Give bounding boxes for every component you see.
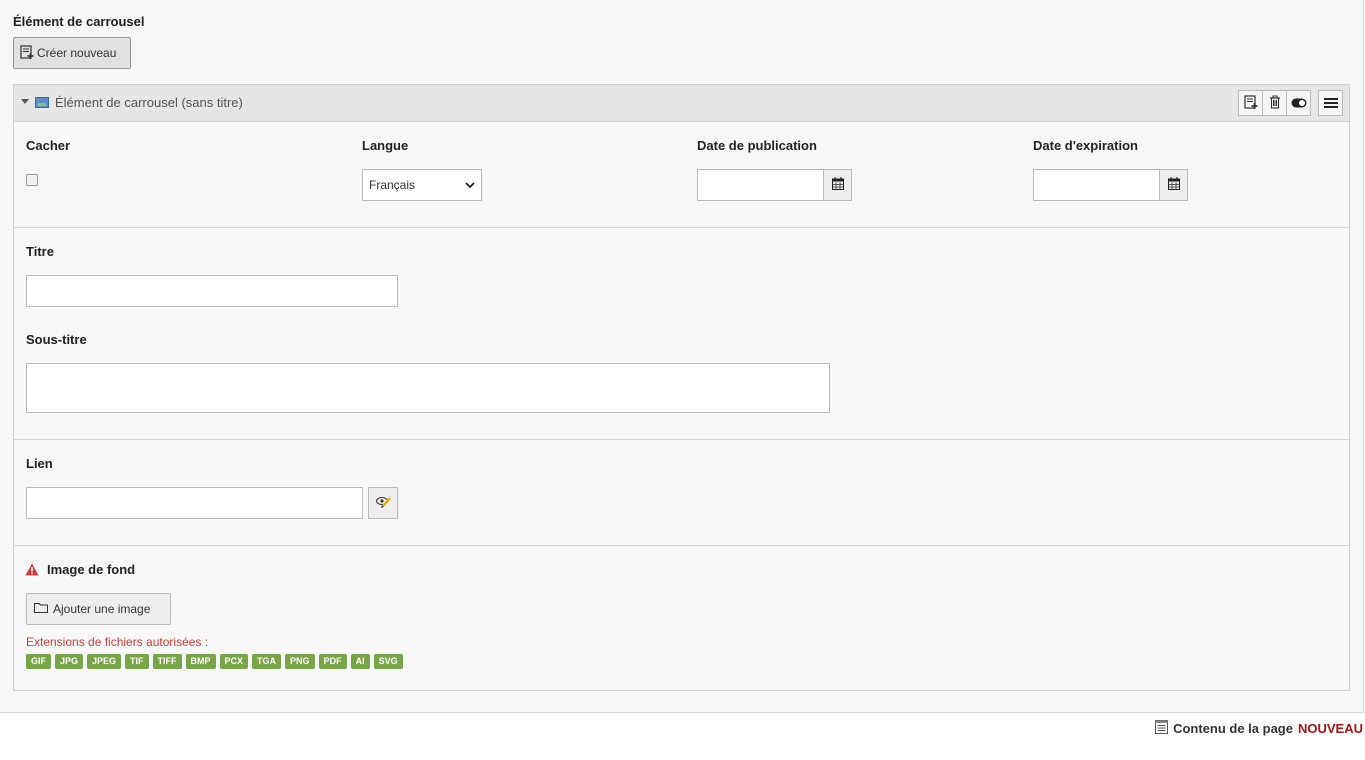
add-image-button[interactable]: Ajouter une image bbox=[26, 593, 171, 625]
section-title: Élément de carrousel bbox=[13, 14, 145, 29]
extension-tag: PNG bbox=[285, 654, 315, 669]
title-input[interactable] bbox=[26, 275, 398, 307]
new-record-icon bbox=[20, 44, 34, 62]
toggle-icon bbox=[1291, 96, 1307, 111]
new-record-button[interactable] bbox=[1238, 90, 1263, 116]
trash-icon bbox=[1269, 95, 1281, 112]
link-row: Lien bbox=[14, 440, 1349, 546]
panel-action-group bbox=[1238, 90, 1311, 116]
publish-date-calendar-button[interactable] bbox=[823, 169, 852, 201]
extension-tags: GIF JPG JPEG TIF TIFF BMP PCX TGA PNG PD… bbox=[26, 654, 403, 669]
carousel-item-panel: Élément de carrousel (sans titre) Cacher… bbox=[13, 84, 1350, 691]
subtitle-textarea[interactable] bbox=[26, 363, 830, 413]
menu-icon bbox=[1323, 96, 1338, 111]
subtitle-label: Sous-titre bbox=[26, 332, 87, 347]
folder-icon bbox=[33, 602, 49, 616]
panel-title: Élément de carrousel (sans titre) bbox=[55, 95, 243, 110]
collapse-caret-icon[interactable] bbox=[21, 99, 29, 104]
language-select[interactable]: Français bbox=[362, 169, 482, 201]
link-label: Lien bbox=[26, 456, 53, 471]
calendar-icon bbox=[1167, 177, 1180, 193]
language-value: Français bbox=[369, 178, 416, 192]
new-record-icon bbox=[1243, 94, 1258, 112]
extension-tag: AI bbox=[350, 654, 370, 669]
general-row: Cacher Langue Français Date de publicati… bbox=[14, 122, 1349, 228]
extension-tag: PDF bbox=[318, 654, 347, 669]
extension-tag: GIF bbox=[26, 654, 51, 669]
extension-tag: JPG bbox=[55, 654, 84, 669]
create-new-button[interactable]: Créer nouveau bbox=[13, 37, 131, 69]
add-image-label: Ajouter une image bbox=[53, 602, 151, 616]
form-container: Élément de carrousel Créer nouveau Éléme… bbox=[0, 0, 1364, 713]
calendar-icon bbox=[831, 177, 844, 193]
page-content-footer[interactable]: Contenu de la page NOUVEAU bbox=[1155, 720, 1363, 737]
publish-date-input[interactable] bbox=[697, 169, 824, 201]
footer-text: Contenu de la page bbox=[1173, 721, 1293, 736]
extension-tag: JPEG bbox=[87, 654, 122, 669]
panel-header[interactable]: Élément de carrousel (sans titre) bbox=[14, 85, 1349, 122]
warning-icon bbox=[25, 563, 39, 579]
extension-tag: TIF bbox=[125, 654, 149, 669]
extension-tag: PCX bbox=[219, 654, 249, 669]
expire-date-calendar-button[interactable] bbox=[1159, 169, 1188, 201]
extension-tag: TIFF bbox=[152, 654, 182, 669]
expire-date-label: Date d'expiration bbox=[1033, 138, 1138, 153]
delete-button[interactable] bbox=[1262, 90, 1287, 116]
document-icon bbox=[1155, 720, 1169, 737]
chevron-down-icon bbox=[465, 178, 475, 192]
title-row: Titre Sous-titre bbox=[14, 228, 1349, 440]
language-label: Langue bbox=[362, 138, 409, 153]
menu-button[interactable] bbox=[1318, 90, 1343, 116]
extension-tag: BMP bbox=[185, 654, 216, 669]
link-input[interactable] bbox=[26, 487, 363, 519]
link-wizard-icon bbox=[375, 495, 391, 511]
title-label: Titre bbox=[26, 244, 54, 259]
image-icon bbox=[35, 97, 49, 108]
background-image-label: Image de fond bbox=[47, 562, 136, 577]
hide-label: Cacher bbox=[26, 138, 71, 153]
hide-checkbox[interactable] bbox=[26, 174, 38, 186]
create-new-label: Créer nouveau bbox=[37, 46, 117, 60]
publish-date-label: Date de publication bbox=[697, 138, 817, 153]
link-browser-button[interactable] bbox=[368, 487, 398, 519]
toggle-visibility-button[interactable] bbox=[1286, 90, 1311, 116]
new-badge: NOUVEAU bbox=[1297, 721, 1363, 736]
extension-tag: SVG bbox=[373, 654, 403, 669]
allowed-extensions-label: Extensions de fichiers autorisées : bbox=[26, 635, 209, 649]
extension-tag: TGA bbox=[252, 654, 282, 669]
expire-date-input[interactable] bbox=[1033, 169, 1160, 201]
